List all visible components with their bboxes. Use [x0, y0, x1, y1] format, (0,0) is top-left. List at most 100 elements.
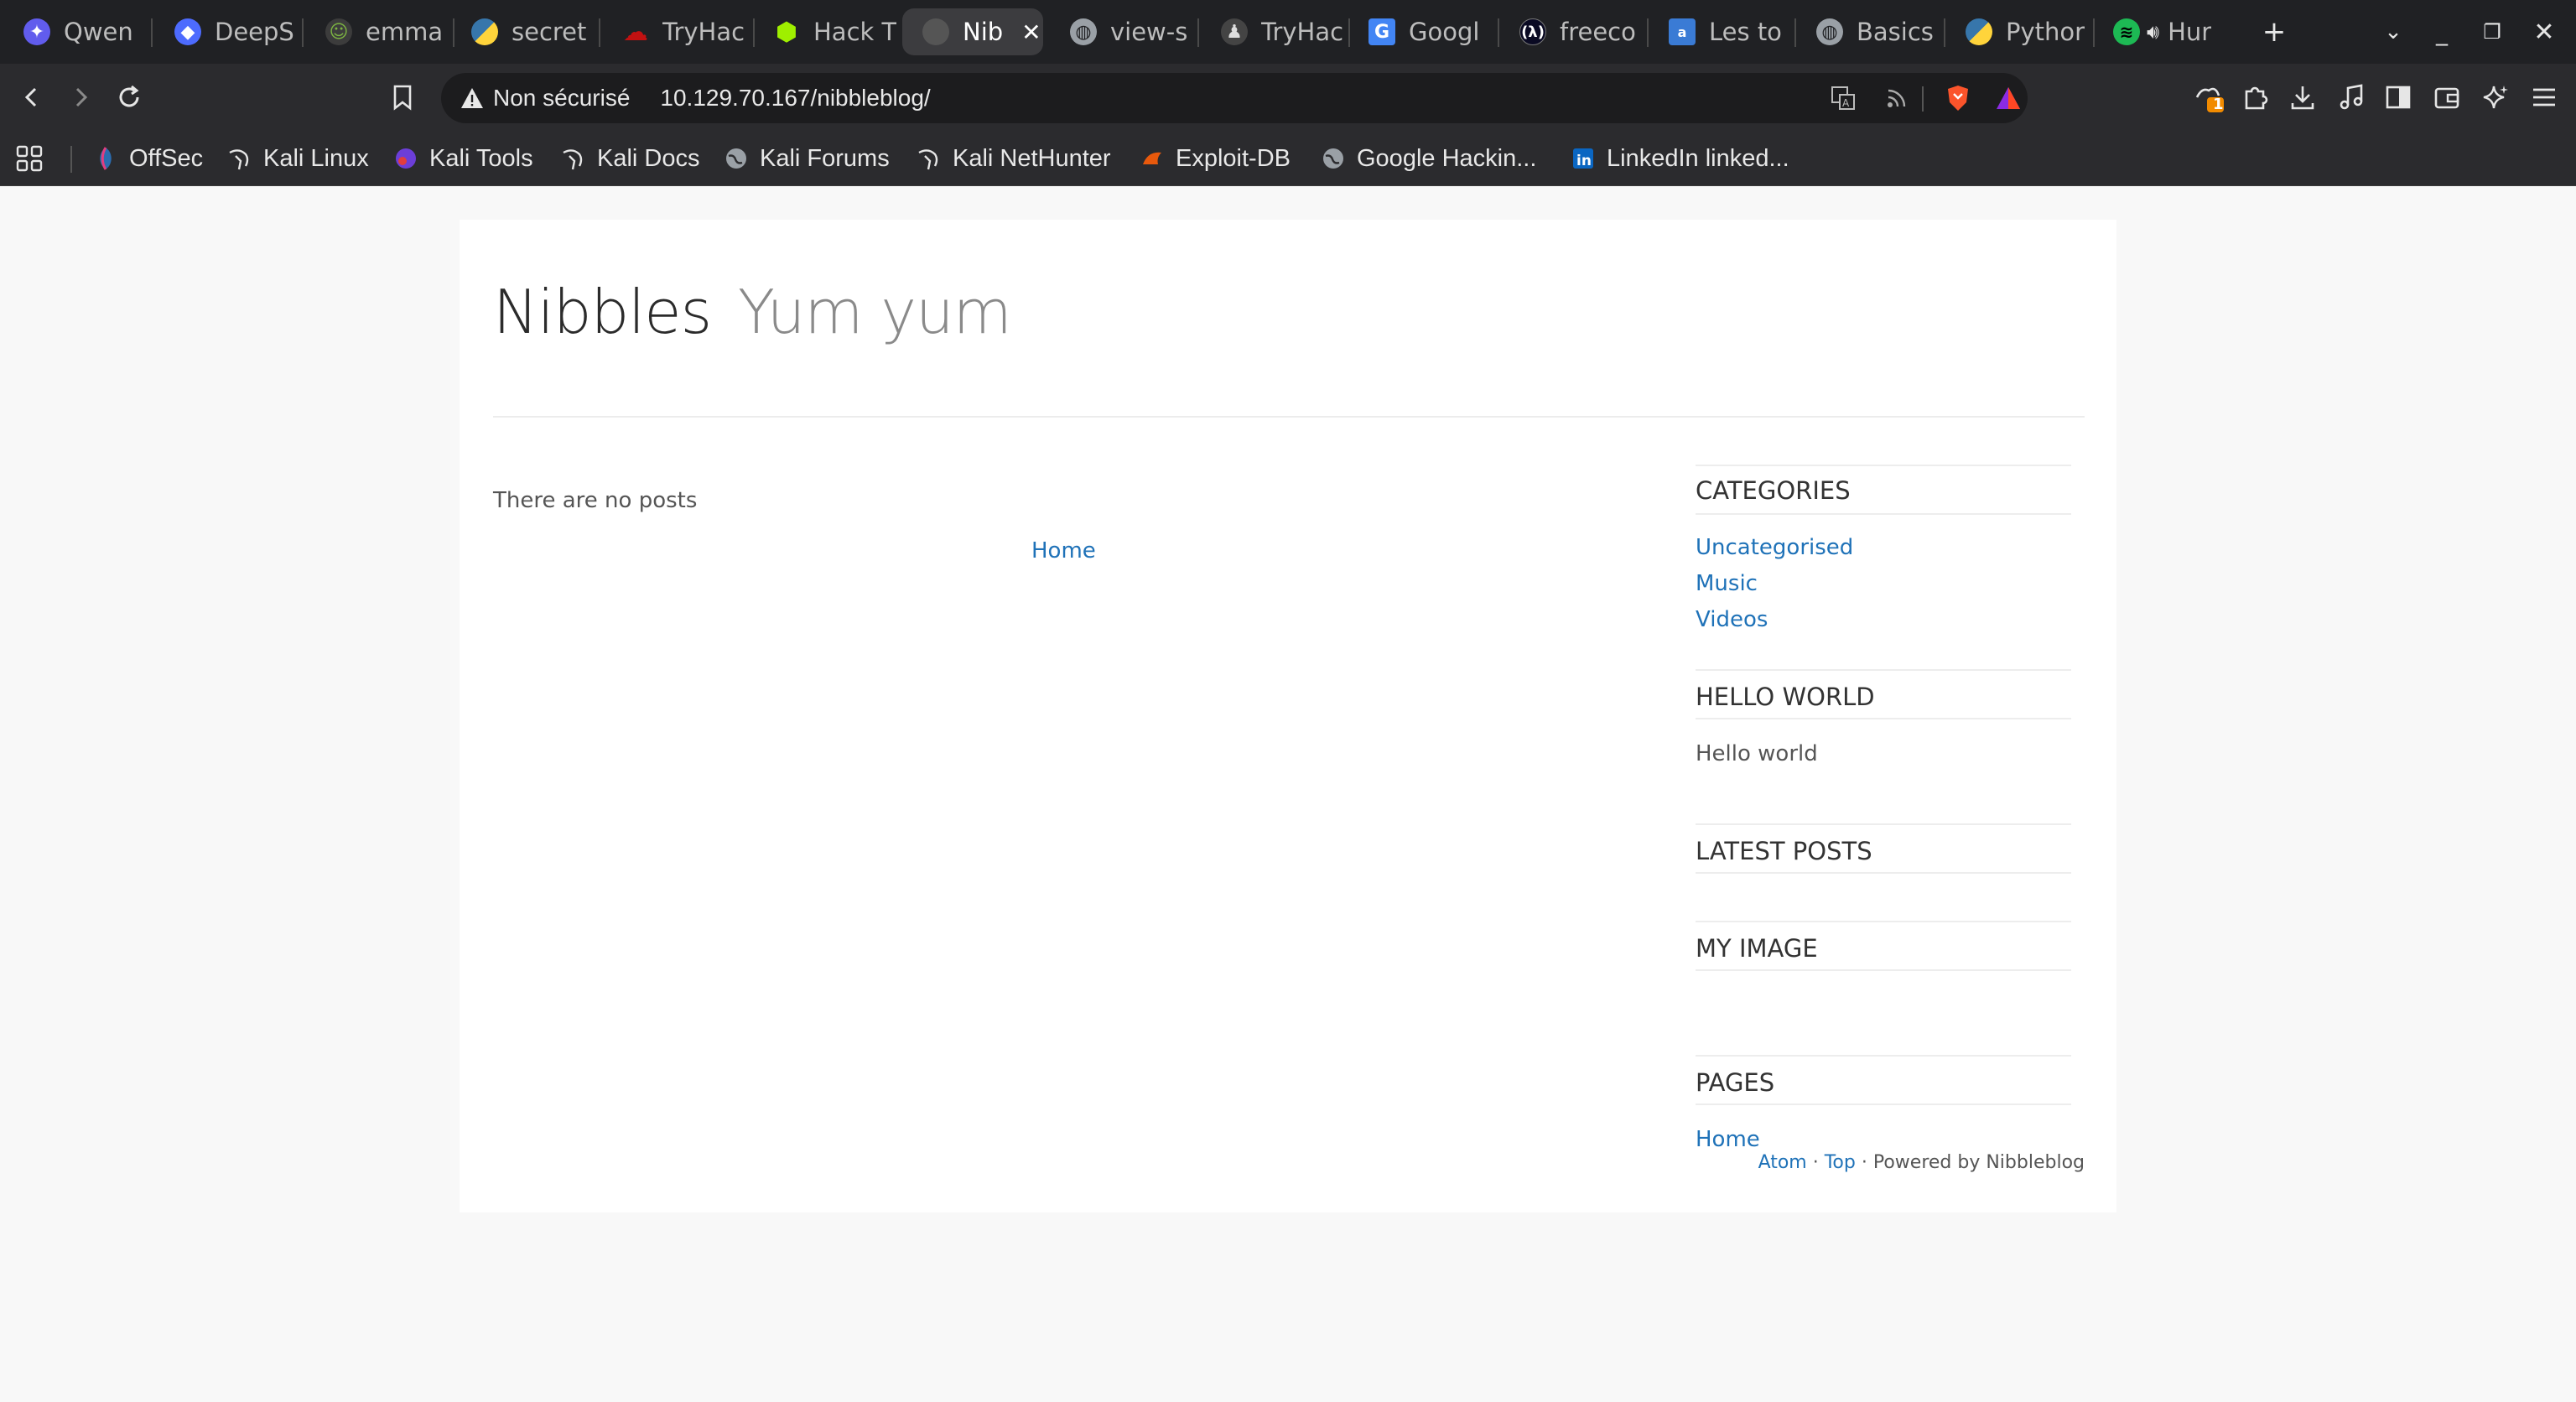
page-link-home[interactable]: Home: [1696, 1127, 1760, 1152]
tab-tryhackme-2[interactable]: ♟ TryHac: [1197, 8, 1347, 55]
apps-grid-icon: [16, 145, 43, 172]
wallet-button[interactable]: [2422, 72, 2472, 122]
bookmark-kali-forums[interactable]: Kali Forums: [723, 138, 890, 179]
hackthebox-icon: ⬢: [775, 17, 798, 47]
blog-container: Nibbles Yum yum There are no posts Home …: [460, 220, 2116, 1212]
rss-feed-icon[interactable]: [1880, 83, 1914, 113]
tab-qwen[interactable]: ✦ Qwen: [0, 8, 144, 55]
tab-freecodecamp[interactable]: (λ) freeco: [1496, 8, 1649, 55]
freecodecamp-icon: (λ): [1519, 18, 1546, 45]
kali-icon: [560, 145, 587, 172]
tab-deepseek[interactable]: ◆ DeepS: [151, 8, 299, 55]
sidebar-divider: [1696, 513, 2071, 515]
extensions-button[interactable]: [2231, 72, 2281, 122]
bookmark-kali-linux[interactable]: Kali Linux: [226, 138, 369, 179]
hello-world-title: HELLO WORLD: [1696, 683, 1875, 711]
tab-view-source[interactable]: ◍ view-s: [1046, 8, 1196, 55]
tab-google-translate[interactable]: G Googl: [1345, 8, 1496, 55]
restore-window-icon[interactable]: ❐: [2470, 12, 2514, 52]
atom-feed-link[interactable]: Atom: [1758, 1152, 1807, 1173]
footer: Atom · Top · Powered by Nibbleblog: [1758, 1152, 2085, 1173]
bookmark-kali-nethunter[interactable]: Kali NetHunter: [916, 138, 1111, 179]
tab-strip: ✦ Qwen ◆ DeepS ☺ emma secret ☁ TryHac ⬢ …: [0, 0, 2576, 64]
translate-icon[interactable]: A: [1826, 83, 1860, 113]
powered-by-text: Powered by Nibbleblog: [1872, 1152, 2085, 1173]
category-link-music[interactable]: Music: [1696, 571, 1758, 596]
sidebar-divider: [1696, 465, 2071, 466]
tryhackme-icon: ☁: [623, 17, 648, 47]
kali-icon: [916, 145, 943, 172]
downloads-button[interactable]: [2277, 72, 2328, 122]
python-icon: [1966, 18, 1992, 45]
tab-tryhackme-1[interactable]: ☁ TryHac: [599, 8, 750, 55]
tab-les-top[interactable]: a Les to: [1645, 8, 1791, 55]
address-bar-divider: [1922, 86, 1924, 112]
back-button[interactable]: [7, 72, 57, 122]
bookmark-google-hacking[interactable]: Google Hackin...: [1320, 138, 1536, 179]
new-tab-button[interactable]: +: [2252, 12, 2296, 52]
sidebar-divider: [1696, 872, 2071, 874]
home-pager-link[interactable]: Home: [1031, 538, 1096, 563]
bookmark-icon: [393, 85, 412, 111]
sidebar-divider: [1696, 718, 2071, 719]
main-menu-button[interactable]: [2519, 72, 2569, 122]
bookmark-exploit-db[interactable]: Exploit-DB: [1139, 138, 1291, 179]
media-control-button[interactable]: [2326, 72, 2376, 122]
brave-rewards-icon[interactable]: [1991, 83, 2026, 113]
close-window-icon[interactable]: ✕: [2522, 12, 2566, 52]
bookmark-kali-docs[interactable]: Kali Docs: [560, 138, 700, 179]
globe-icon: ◍: [1070, 18, 1097, 45]
tab-python[interactable]: Pythor: [1942, 8, 2091, 55]
globe-icon: [723, 145, 750, 172]
brave-shields-icon[interactable]: [1940, 83, 1976, 113]
tab-nibbles-active[interactable]: Nib ✕: [902, 8, 1043, 55]
globe-icon: [1320, 145, 1347, 172]
web-page: Nibbles Yum yum There are no posts Home …: [0, 186, 2576, 1402]
python-icon: [471, 18, 498, 45]
svg-text:in: in: [1576, 153, 1592, 169]
bookmark-linkedin[interactable]: in LinkedIn linked...: [1570, 138, 1789, 179]
url-text[interactable]: 10.129.70.167/nibbleblog/: [660, 85, 930, 112]
tab-search-chevron-icon[interactable]: ⌄: [2371, 12, 2415, 52]
download-icon: [2291, 86, 2314, 110]
address-bar[interactable]: Non sécurisé 10.129.70.167/nibbleblog/ A: [441, 73, 2028, 123]
minimize-window-icon[interactable]: _: [2420, 12, 2464, 52]
sidebar-divider: [1696, 921, 2071, 922]
sidebar-divider: [1696, 823, 2071, 825]
qwen-icon: ✦: [23, 18, 50, 45]
close-tab-icon[interactable]: ✕: [1021, 18, 1041, 46]
tab-hackthebox[interactable]: ⬢ Hack T: [750, 8, 897, 55]
bookmarks-bar: OffSec Kali Linux Kali Tools Kali Docs K…: [0, 131, 2576, 186]
category-link-uncategorised[interactable]: Uncategorised: [1696, 535, 1853, 560]
site-name[interactable]: Nibbles: [493, 277, 712, 347]
sidebar-icon: [2386, 86, 2411, 109]
footer-separator: ·: [1806, 1152, 1825, 1173]
tab-basics[interactable]: ◍ Basics: [1793, 8, 1942, 55]
sparkle-icon: [2483, 86, 2508, 109]
svg-text:A: A: [1842, 97, 1850, 109]
security-status-label[interactable]: Non sécurisé: [493, 85, 630, 112]
reload-button[interactable]: [104, 72, 154, 122]
warning-triangle-icon: [461, 88, 483, 108]
spotify-icon: ≋: [2113, 18, 2140, 45]
my-image-title: MY IMAGE: [1696, 934, 1818, 963]
bookmark-offsec[interactable]: OffSec: [92, 138, 203, 179]
sidebar-toggle-button[interactable]: [2373, 72, 2423, 122]
categories-title: CATEGORIES: [1696, 476, 1851, 505]
hamburger-menu-icon: [2533, 88, 2555, 106]
apps-grid-button[interactable]: [15, 138, 44, 179]
sidebar-divider: [1696, 1103, 2071, 1105]
top-link[interactable]: Top: [1825, 1152, 1856, 1173]
category-link-videos[interactable]: Videos: [1696, 607, 1768, 632]
news-notification-button[interactable]: 1: [2184, 72, 2234, 122]
bookmark-page-button[interactable]: [377, 72, 428, 122]
tab-spotify[interactable]: ≋ 🔊︎ Hur: [2091, 8, 2239, 55]
music-note-icon: [2340, 84, 2363, 110]
leo-ai-button[interactable]: [2470, 72, 2521, 122]
tab-secret[interactable]: secret: [448, 8, 595, 55]
tab-emma[interactable]: ☺ emma: [302, 8, 449, 55]
forward-button[interactable]: [55, 72, 106, 122]
lestop-icon: a: [1669, 18, 1696, 45]
emma-icon: ☺: [325, 18, 352, 45]
bookmark-kali-tools[interactable]: Kali Tools: [392, 138, 533, 179]
